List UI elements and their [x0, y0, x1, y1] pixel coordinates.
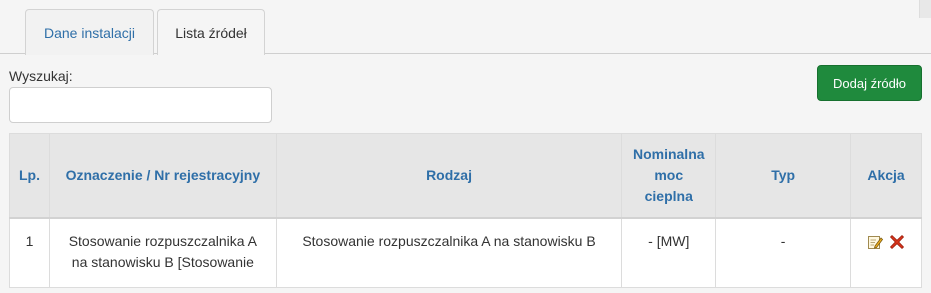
header-lp[interactable]: Lp. [9, 133, 50, 219]
search-input[interactable] [9, 87, 272, 123]
row-actions [851, 231, 921, 250]
cell-rodzaj: Stosowanie rozpuszczalnika A na stanowis… [275, 217, 623, 288]
table-header-row: Lp. Oznaczenie / Nr rejestracyjny Rodzaj… [9, 133, 922, 219]
scrollbar[interactable] [919, 0, 931, 18]
tab-lista-zrodel[interactable]: Lista źródeł [157, 9, 265, 55]
cell-typ: - [715, 217, 852, 288]
cell-akcja [850, 217, 922, 288]
header-moc-label: Nominalna moc cieplna [632, 145, 705, 204]
sources-table: Lp. Oznaczenie / Nr rejestracyjny Rodzaj… [9, 133, 922, 288]
cell-oznaczenie: Stosowanie rozpuszczalnika A na stanowis… [48, 217, 277, 288]
cell-lp: 1 [9, 217, 50, 288]
delete-icon[interactable] [889, 234, 905, 250]
tab-dane-instalacji[interactable]: Dane instalacji [25, 9, 154, 55]
header-rodzaj[interactable]: Rodzaj [275, 133, 623, 219]
cell-moc: - [MW] [621, 217, 717, 288]
tab-bar: Dane instalacji Lista źródeł [0, 0, 931, 55]
edit-icon[interactable] [867, 234, 884, 250]
header-oznaczenie[interactable]: Oznaczenie / Nr rejestracyjny [48, 133, 277, 219]
add-source-button[interactable]: Dodaj źródło [817, 65, 922, 101]
cell-oznaczenie-text: Stosowanie rozpuszczalnika A na stanowis… [68, 232, 258, 270]
table-row: 1 Stosowanie rozpuszczalnika A na stanow… [9, 217, 922, 288]
header-moc[interactable]: Nominalna moc cieplna [621, 133, 717, 219]
search-label: Wyszukaj: [9, 68, 73, 84]
header-akcja: Akcja [850, 133, 922, 219]
header-typ[interactable]: Typ [715, 133, 852, 219]
